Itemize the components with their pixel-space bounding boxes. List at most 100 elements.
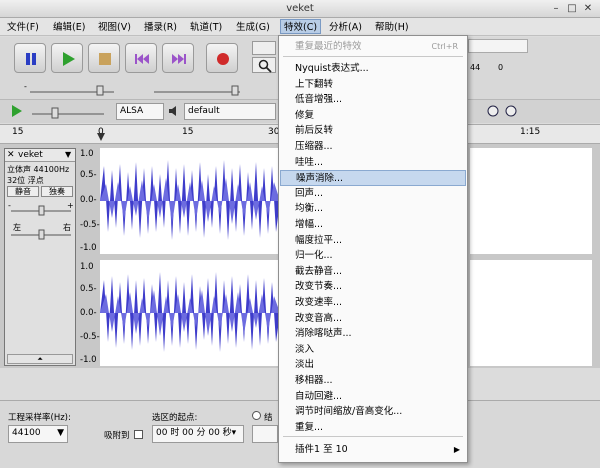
effect-menu-item[interactable]: 改变音高... xyxy=(280,311,466,327)
zoom-buttons[interactable] xyxy=(486,103,526,121)
playback-speed-slider[interactable] xyxy=(28,104,108,120)
menu-edit[interactable]: 编辑(E) xyxy=(50,20,88,35)
y-axis-label: -1.0 xyxy=(80,243,97,253)
effect-menu-item[interactable]: 幅度拉平... xyxy=(280,233,466,249)
effect-menu-item[interactable]: 淡入 xyxy=(280,342,466,358)
playhead-icon[interactable] xyxy=(97,133,105,143)
selection-start-value: 00 时 00 分 00 秒▾ xyxy=(156,428,237,438)
menu-file[interactable]: 文件(F) xyxy=(4,20,42,35)
gain-slider[interactable] xyxy=(9,204,73,216)
effect-menu-item[interactable]: 哇哇... xyxy=(280,155,466,171)
selection-end-time[interactable] xyxy=(252,425,278,443)
y-axis-label: 1.0 xyxy=(80,262,94,272)
y-axis-label: 1.0 xyxy=(80,149,94,159)
repeat-shortcut: Ctrl+R xyxy=(431,42,459,51)
plugins-submenu[interactable]: 插件1 至 10 ▶ xyxy=(280,442,466,458)
selection-start-time[interactable]: 00 时 00 分 00 秒▾ xyxy=(152,425,244,443)
effect-menu-item[interactable]: 淡出 xyxy=(280,357,466,373)
menu-separator xyxy=(283,436,463,437)
snap-to-checkbox[interactable] xyxy=(134,430,143,439)
svg-text:-: - xyxy=(24,82,27,91)
stop-icon xyxy=(99,53,111,65)
submenu-arrow-icon: ▶ xyxy=(453,445,460,454)
effect-menu-item[interactable]: 截去静音... xyxy=(280,264,466,280)
effect-menu-item[interactable]: 回声... xyxy=(280,186,466,202)
minimize-button[interactable]: – xyxy=(550,3,562,15)
menu-view[interactable]: 视图(V) xyxy=(95,20,134,35)
selection-tool[interactable] xyxy=(252,41,276,55)
host-value: ALSA xyxy=(120,106,144,116)
waveform-right-channel[interactable] xyxy=(100,260,280,366)
effect-menu-item[interactable]: 改变速率... xyxy=(280,295,466,311)
zoom-icon xyxy=(258,59,272,73)
project-rate-value: 44100 xyxy=(12,428,41,438)
project-rate-select[interactable]: 44100 ▼ xyxy=(8,425,68,443)
effect-menu-item[interactable]: 自动回避... xyxy=(280,389,466,405)
end-radio[interactable] xyxy=(252,411,261,420)
solo-button[interactable]: 独奏 xyxy=(41,186,73,197)
collapse-track-button[interactable]: ⏶ xyxy=(7,354,73,364)
effect-menu-item[interactable]: 归一化... xyxy=(280,248,466,264)
level-meter xyxy=(468,39,528,53)
skip-start-button[interactable] xyxy=(125,43,157,73)
effect-menu-item[interactable]: 修复 xyxy=(280,108,466,124)
maximize-button[interactable]: □ xyxy=(566,3,578,15)
waveform-left-channel-tail[interactable] xyxy=(470,148,592,254)
solo-label: 独奏 xyxy=(49,187,65,196)
host-select[interactable]: ALSA xyxy=(116,103,164,120)
meter-area: 44 0 xyxy=(468,37,598,75)
effect-menu-item[interactable]: 增幅... xyxy=(280,217,466,233)
track-name[interactable]: veket xyxy=(18,150,43,160)
ruler-tick: 15 xyxy=(182,127,194,137)
effect-menu-item[interactable]: 移相器... xyxy=(280,373,466,389)
track-close-icon[interactable]: ✕ xyxy=(7,150,15,160)
y-axis-label: 0.0- xyxy=(80,195,97,205)
effect-menu-item[interactable]: 压缩器... xyxy=(280,139,466,155)
pan-slider[interactable] xyxy=(9,229,73,241)
output-device-select[interactable]: default xyxy=(184,103,276,120)
track-menu-chevron-icon[interactable]: ▼ xyxy=(65,150,71,159)
record-button[interactable] xyxy=(206,43,238,73)
volume-sliders[interactable]: - xyxy=(4,80,244,96)
menu-analyze[interactable]: 分析(A) xyxy=(326,20,365,35)
mixer-row: - xyxy=(4,80,244,96)
menu-help[interactable]: 帮助(H) xyxy=(372,20,412,35)
track-bit-depth: 32位 浮点 xyxy=(7,176,44,185)
menu-transport[interactable]: 播录(R) xyxy=(141,20,180,35)
record-icon xyxy=(217,53,229,65)
menu-generate[interactable]: 生成(G) xyxy=(233,20,273,35)
effect-menu-item[interactable]: 噪声消除... xyxy=(280,170,466,186)
zoom-tool[interactable] xyxy=(252,57,276,73)
waveform-left-channel[interactable] xyxy=(100,148,280,254)
menu-tracks[interactable]: 轨道(T) xyxy=(187,20,225,35)
menu-effect[interactable]: 特效(C) xyxy=(280,19,322,34)
effect-menu-item[interactable]: 前后反转 xyxy=(280,123,466,139)
snap-to-label: 吸附到 xyxy=(104,431,130,441)
effect-menu-item[interactable]: 重复... xyxy=(280,420,466,436)
menu-bar: 文件(F) 编辑(E) 视图(V) 播录(R) 轨道(T) 生成(G) 特效(C… xyxy=(0,18,600,36)
meter-value: 44 xyxy=(470,63,481,72)
track-format-info: 立体声 44100Hz xyxy=(7,165,70,174)
effect-menu-item[interactable]: 改变节奏... xyxy=(280,279,466,295)
effect-menu-item[interactable]: Nyquist表达式... xyxy=(280,61,466,77)
play-meter-icon[interactable] xyxy=(10,104,24,118)
skip-end-icon xyxy=(172,54,186,64)
pause-button[interactable] xyxy=(14,43,46,73)
stop-button[interactable] xyxy=(88,43,120,73)
effect-menu-item[interactable]: 上下翻转 xyxy=(280,77,466,93)
effect-menu: 重复最近的特效 Ctrl+R Nyquist表达式... 上下翻转 低音增强... 修… xyxy=(278,35,468,463)
effect-menu-item[interactable]: 调节时间缩放/音高变化... xyxy=(280,404,466,420)
waveform-right xyxy=(100,272,280,352)
effect-menu-item[interactable]: 消除喀哒声... xyxy=(280,326,466,342)
repeat-last-effect: 重复最近的特效 Ctrl+R xyxy=(280,39,466,55)
waveform-right-channel-tail[interactable] xyxy=(470,260,592,366)
mute-button[interactable]: 静音 xyxy=(7,186,39,197)
effect-menu-item[interactable]: 低音增强... xyxy=(280,92,466,108)
y-axis-label: 0.5- xyxy=(80,170,97,180)
y-axis-label: 0.0- xyxy=(80,308,97,318)
play-button[interactable] xyxy=(51,43,83,73)
ruler-tick: 15 xyxy=(12,127,24,137)
close-button[interactable]: ✕ xyxy=(582,3,594,15)
effect-menu-item[interactable]: 均衡... xyxy=(280,201,466,217)
skip-end-button[interactable] xyxy=(162,43,194,73)
